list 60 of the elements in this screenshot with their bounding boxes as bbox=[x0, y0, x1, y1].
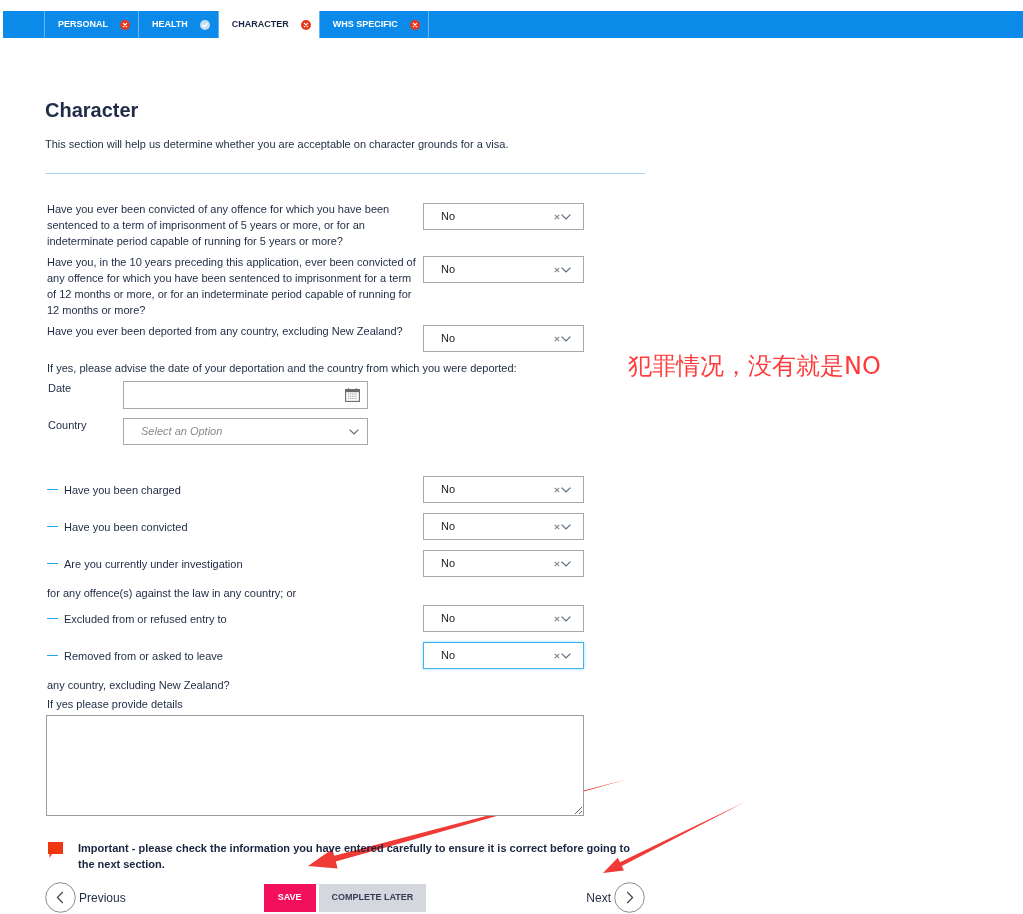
country-dropdown[interactable]: Select an Option bbox=[123, 418, 368, 445]
clear-icon[interactable] bbox=[554, 486, 560, 493]
chevron-down-icon bbox=[561, 486, 571, 493]
chevron-down-icon bbox=[349, 428, 359, 435]
tab[interactable]: WHS SPECIFIC bbox=[319, 11, 429, 38]
answer-dropdown[interactable]: No bbox=[423, 256, 584, 283]
clear-icon[interactable] bbox=[554, 560, 560, 567]
date-field[interactable] bbox=[123, 381, 368, 409]
question-label: Removed from or asked to leave bbox=[64, 648, 223, 664]
chevron-down-icon bbox=[561, 335, 571, 342]
instruction-text: If yes, please advise the date of your deportation and the country from which you were deported: bbox=[47, 361, 517, 376]
clear-icon[interactable] bbox=[554, 652, 560, 659]
field-label: Date bbox=[48, 381, 73, 396]
answer-dropdown[interactable]: No bbox=[423, 325, 584, 352]
dash-icon bbox=[47, 525, 58, 528]
clear-icon[interactable] bbox=[554, 523, 560, 530]
question-label: Have you ever been deported from any country, excluding New Zealand? bbox=[47, 324, 404, 339]
tab[interactable]: CHARACTER bbox=[218, 11, 320, 38]
chevron-down-icon bbox=[561, 615, 571, 622]
dash-icon bbox=[47, 488, 58, 491]
dash-icon bbox=[47, 654, 58, 657]
calendar-icon[interactable] bbox=[345, 388, 360, 402]
speech-bubble-icon bbox=[48, 842, 63, 858]
answer-dropdown[interactable]: No bbox=[423, 513, 584, 540]
question-label: Have you been convicted bbox=[64, 519, 188, 535]
question-label: Have you been charged bbox=[64, 482, 181, 498]
clear-icon[interactable] bbox=[554, 615, 560, 622]
chevron-down-icon bbox=[561, 652, 571, 659]
answer-dropdown[interactable]: No bbox=[423, 203, 584, 230]
question-label: Excluded from or refused entry to bbox=[64, 611, 227, 627]
clear-icon[interactable] bbox=[554, 266, 560, 273]
dash-icon bbox=[47, 562, 58, 565]
section-title: Character bbox=[45, 98, 139, 122]
answer-dropdown[interactable]: No bbox=[423, 642, 584, 669]
previous-button[interactable]: Previous bbox=[45, 882, 126, 913]
chevron-down-icon bbox=[561, 560, 571, 567]
tab[interactable]: PERSONAL bbox=[45, 11, 139, 38]
field-label: Country bbox=[48, 418, 88, 433]
question-label: Are you currently under investigation bbox=[64, 556, 243, 572]
clear-icon[interactable] bbox=[554, 335, 560, 342]
answer-dropdown[interactable]: No bbox=[423, 605, 584, 632]
dash-icon bbox=[47, 617, 58, 620]
chevron-down-icon bbox=[561, 523, 571, 530]
annotation-text: 犯罪情况，没有就是NO bbox=[628, 351, 881, 381]
clear-icon[interactable] bbox=[554, 213, 560, 220]
question-label: Have you ever been convicted of any offence for which you have been sentenced to a term of imprisonment of 5 years or more, or for an indeterminate period capable of running for 5 years or more? bbox=[47, 202, 391, 249]
complete-later-button[interactable]: COMPLETE LATER bbox=[318, 883, 427, 912]
question-label: Have you, in the 10 years preceding this application, ever been convicted of any offence for which you have been sentenced to imprisonment for a term of 12 months or more, or for an indeterminate period capable of running for 12 months or more? bbox=[47, 255, 417, 318]
tab[interactable]: HEALTH bbox=[139, 11, 219, 38]
section-description: This section will help us determine whether you are acceptable on character grounds for a visa. bbox=[45, 137, 510, 152]
field-label: If yes please provide details bbox=[47, 697, 183, 712]
chevron-down-icon bbox=[561, 213, 571, 220]
save-button[interactable]: SAVE bbox=[263, 883, 316, 912]
instruction-text: for any offence(s) against the law in any country; or bbox=[47, 586, 297, 601]
answer-dropdown[interactable]: No bbox=[423, 476, 584, 503]
next-button[interactable]: Next bbox=[586, 882, 645, 913]
chevron-down-icon bbox=[561, 266, 571, 273]
details-field[interactable] bbox=[46, 715, 584, 816]
instruction-text: any country, excluding New Zealand? bbox=[47, 678, 230, 693]
answer-dropdown[interactable]: No bbox=[423, 550, 584, 577]
